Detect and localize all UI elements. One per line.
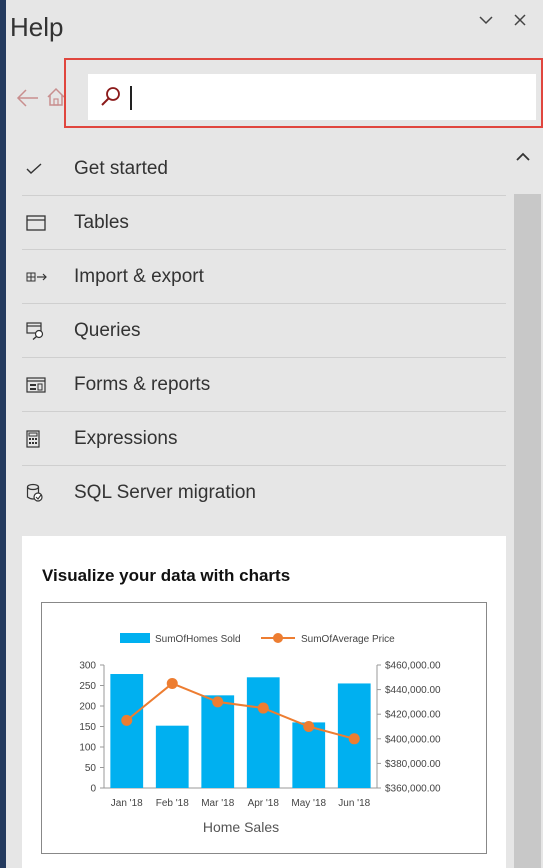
arrow-left-icon xyxy=(16,89,38,107)
bar xyxy=(110,674,144,788)
close-icon xyxy=(514,14,526,26)
query-icon xyxy=(22,321,62,340)
x-tick-label: Jan '18 xyxy=(111,798,143,809)
legend-line-label: SumOfAverage Price xyxy=(301,634,395,645)
y-right-tick-label: $460,000.00 xyxy=(385,661,441,672)
y-left-tick-label: 200 xyxy=(79,702,96,713)
y-left-tick-label: 50 xyxy=(85,763,97,774)
chart-image: SumOfHomes Sold SumOfAverage Price 0 50 100 1… xyxy=(41,602,487,854)
legend-bar-label: SumOfHomes Sold xyxy=(155,634,241,645)
topic-list: Get started Tables Import & export Queri… xyxy=(22,142,506,519)
line-point xyxy=(303,721,315,732)
text-caret xyxy=(130,86,132,110)
y-right-tick-label: $440,000.00 xyxy=(385,685,441,696)
bar xyxy=(246,677,280,788)
topic-label: Queries xyxy=(74,319,141,341)
line-point xyxy=(121,714,133,726)
x-tick-label: Jun '18 xyxy=(338,798,370,809)
topic-import-export[interactable]: Import & export xyxy=(22,250,506,304)
topic-label: Get started xyxy=(74,157,168,179)
calculator-icon xyxy=(22,429,62,448)
legend-line-marker xyxy=(273,633,283,643)
y-left-tick-label: 300 xyxy=(79,661,96,672)
topic-expressions[interactable]: Expressions xyxy=(22,412,506,466)
topic-label: SQL Server migration xyxy=(74,481,256,503)
topic-get-started[interactable]: Get started xyxy=(22,142,506,196)
search-input[interactable] xyxy=(128,83,522,113)
bar xyxy=(155,725,189,788)
chart-title: Home Sales xyxy=(203,819,279,835)
home-sales-chart: SumOfHomes Sold SumOfAverage Price 0 50 100 1… xyxy=(79,633,441,835)
topic-label: Forms & reports xyxy=(74,373,211,395)
y-left-tick-label: 250 xyxy=(79,681,96,692)
check-icon xyxy=(22,162,62,175)
x-tick-label: May '18 xyxy=(291,798,326,809)
chevron-down-icon xyxy=(479,15,493,24)
x-tick-label: Mar '18 xyxy=(201,798,234,809)
topic-sql-server-migration[interactable]: SQL Server migration xyxy=(22,466,506,519)
pane-title: Help xyxy=(10,12,64,42)
search-box[interactable] xyxy=(88,74,536,120)
legend-bar-swatch xyxy=(120,633,150,643)
topic-queries[interactable]: Queries xyxy=(22,304,506,358)
chevron-up-icon xyxy=(516,152,530,161)
x-tick-label: Apr '18 xyxy=(248,798,280,809)
x-tick-label: Feb '18 xyxy=(156,798,189,809)
scrollbar[interactable] xyxy=(512,142,543,868)
y-right-tick-label: $380,000.00 xyxy=(385,759,441,770)
line-point xyxy=(257,702,269,714)
scroll-thumb[interactable] xyxy=(514,194,541,868)
chart-feature-card[interactable]: Visualize your data with charts SumOfHom… xyxy=(22,536,506,868)
bar xyxy=(201,695,235,788)
topic-label: Tables xyxy=(74,211,129,233)
line-point xyxy=(166,677,178,689)
y-left-tick-label: 0 xyxy=(90,784,96,795)
topic-forms-reports[interactable]: Forms & reports xyxy=(22,358,506,412)
scroll-up-button[interactable] xyxy=(516,148,530,164)
y-right-tick-label: $400,000.00 xyxy=(385,734,441,745)
topic-label: Import & export xyxy=(74,265,204,287)
table-icon xyxy=(22,214,62,231)
database-migration-icon xyxy=(22,483,62,503)
card-title: Visualize your data with charts xyxy=(42,566,291,585)
y-left-tick-label: 150 xyxy=(79,722,96,733)
back-button[interactable] xyxy=(16,88,40,114)
import-export-icon xyxy=(22,271,62,283)
close-pane-button[interactable] xyxy=(508,8,532,32)
collapse-pane-button[interactable] xyxy=(474,8,498,32)
home-icon xyxy=(47,87,65,106)
form-icon xyxy=(22,376,62,393)
y-right-tick-label: $420,000.00 xyxy=(385,710,441,721)
line-point xyxy=(348,733,360,745)
y-left-tick-label: 100 xyxy=(79,743,96,754)
search-icon xyxy=(101,87,120,106)
line-point xyxy=(212,696,224,708)
topic-tables[interactable]: Tables xyxy=(22,196,506,250)
y-right-tick-label: $360,000.00 xyxy=(385,784,441,795)
bar xyxy=(292,722,326,788)
topic-label: Expressions xyxy=(74,427,178,449)
help-pane: Help Get started Tables Import & export … xyxy=(6,0,543,868)
home-button[interactable] xyxy=(46,87,66,112)
